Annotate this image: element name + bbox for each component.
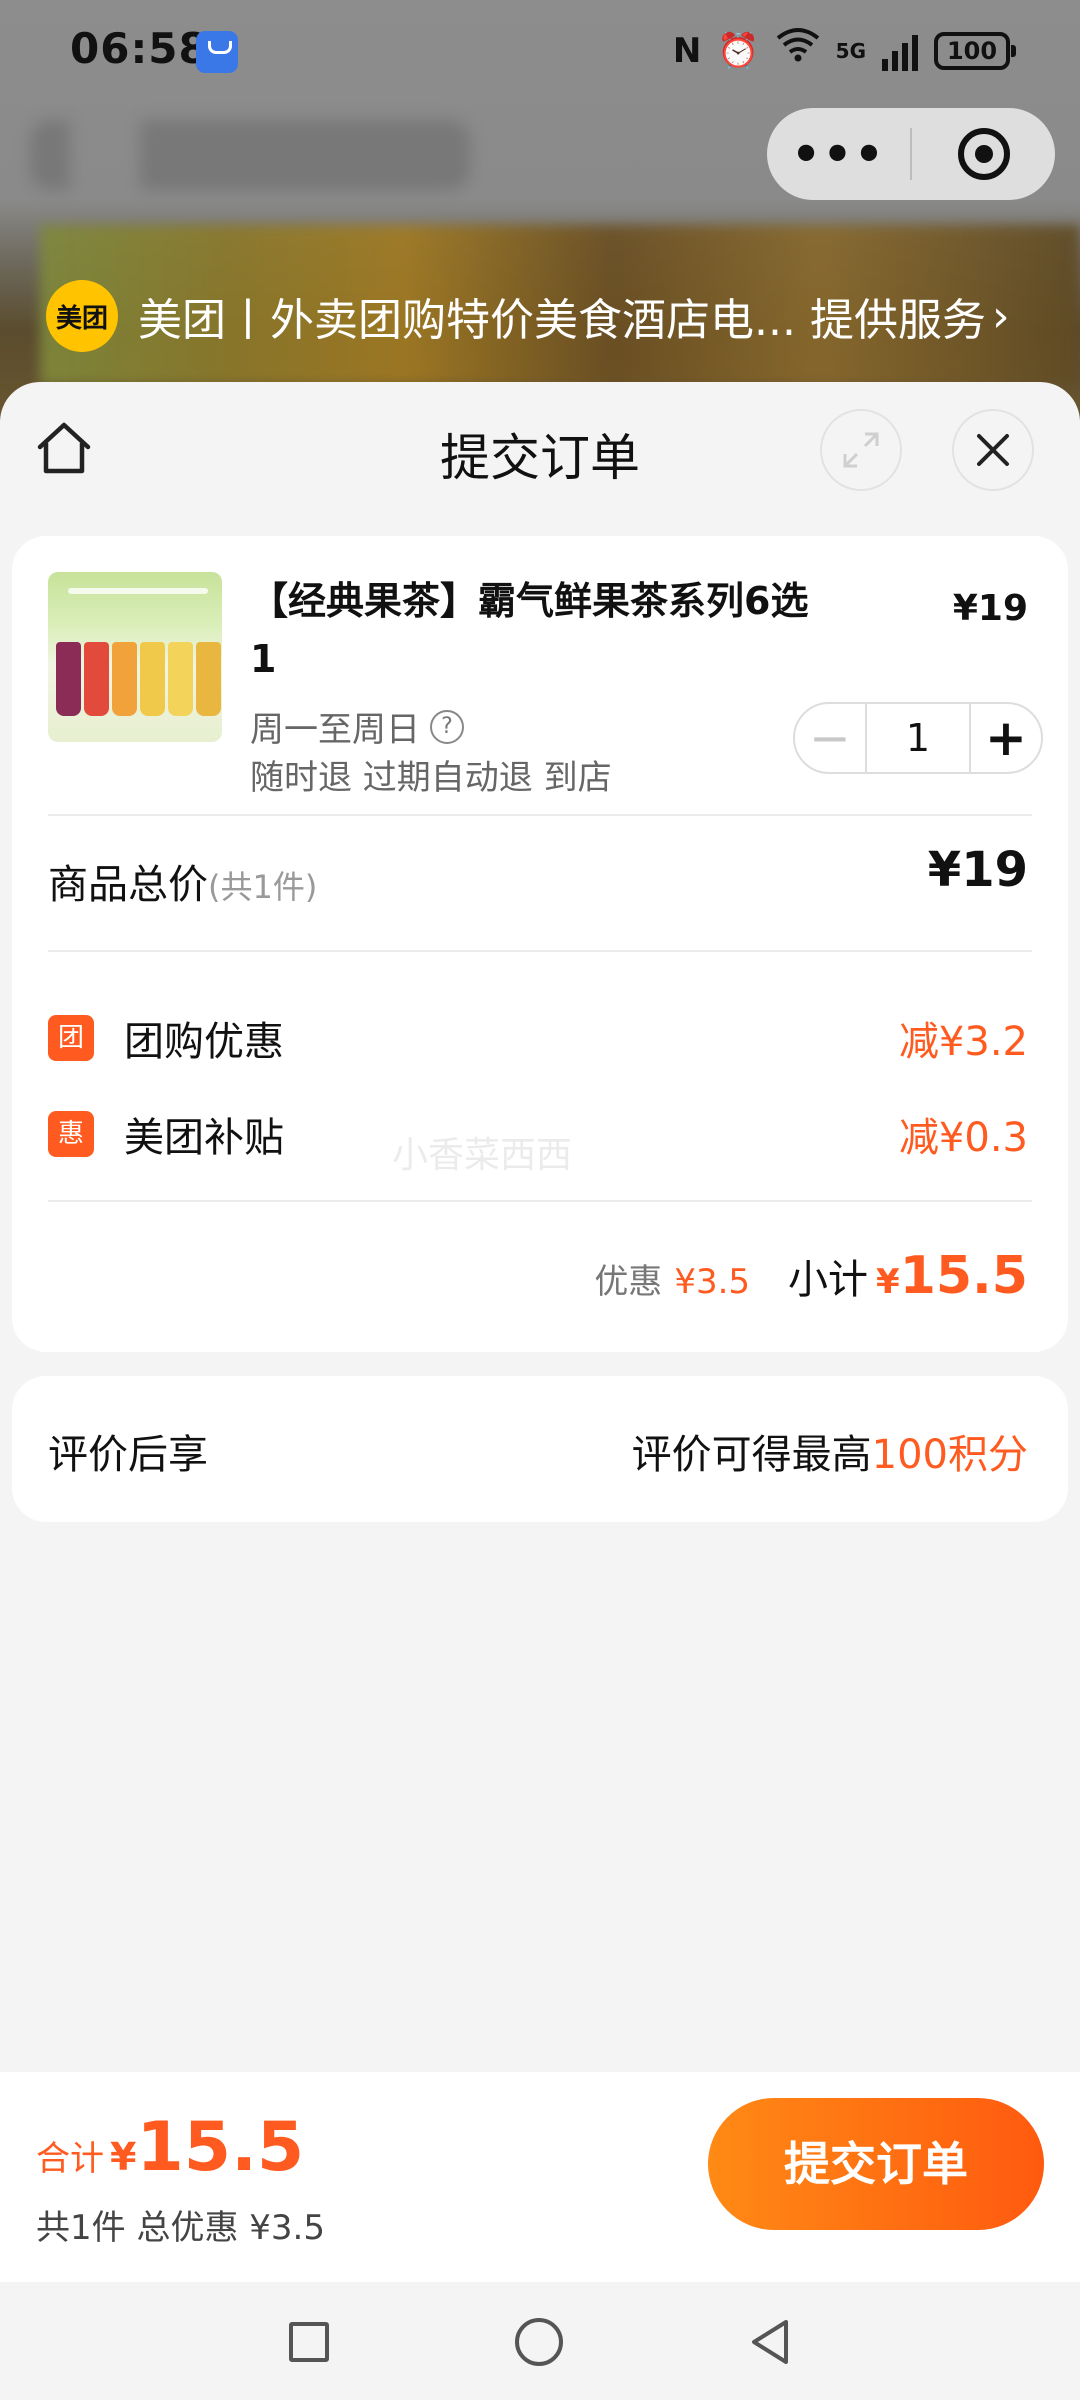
subtotal-label: 小计 bbox=[788, 1257, 869, 1303]
checkout-bar: 合计 ¥ 15.5 共1件 总优惠 ¥3.5 提交订单 bbox=[0, 2072, 1080, 2282]
close-icon[interactable] bbox=[952, 409, 1034, 491]
discount-summary-label: 优惠 bbox=[594, 1262, 663, 1302]
clock: 06:58 bbox=[70, 24, 209, 73]
plus-icon[interactable]: + bbox=[971, 705, 1041, 771]
subtotal-row: 优惠 ¥3.5 小计 ¥ 15.5 bbox=[594, 1246, 1028, 1306]
mini-program-capsule: ••• bbox=[767, 108, 1055, 200]
discount-value: 减¥3.2 bbox=[898, 1019, 1028, 1065]
order-card: 【经典果茶】霸气鲜果茶系列6选1 ¥19 周一至周日 ? 随时退 过期自动退 到… bbox=[12, 536, 1068, 1352]
divider bbox=[48, 814, 1032, 816]
divider bbox=[48, 950, 1032, 952]
system-nav-bar bbox=[0, 2282, 1080, 2400]
subtotal-value: 15.5 bbox=[899, 1246, 1028, 1306]
review-reward-text: 评价可得最高 bbox=[631, 1432, 872, 1478]
quantity-stepper: − 1 + bbox=[793, 702, 1043, 774]
alarm-icon: ⏰ bbox=[717, 30, 760, 71]
subsidy-badge-icon: 惠 bbox=[48, 1111, 94, 1157]
provider-text: 美团丨外卖团购特价美食酒店电... 提供服务 bbox=[138, 295, 986, 346]
total-label: 合计 bbox=[36, 2139, 104, 2179]
app-notification-icon bbox=[196, 31, 238, 73]
recents-icon[interactable] bbox=[289, 2322, 329, 2362]
discount-summary-value: ¥3.5 bbox=[674, 1262, 751, 1302]
goods-total-value: ¥19 bbox=[927, 842, 1028, 898]
valid-days-row: 周一至周日 ? bbox=[250, 702, 464, 751]
help-icon[interactable]: ? bbox=[430, 709, 464, 744]
refund-policy: 随时退 过期自动退 到店 bbox=[250, 758, 612, 798]
goods-total-label: 商品总价(共1件) bbox=[48, 852, 317, 910]
product-thumbnail[interactable] bbox=[48, 572, 222, 742]
total-summary: 共1件 总优惠 ¥3.5 bbox=[36, 2208, 325, 2248]
signal-icon bbox=[882, 31, 918, 71]
goods-count: (共1件) bbox=[208, 868, 318, 906]
review-points: 100积分 bbox=[871, 1432, 1028, 1478]
subtotal-currency: ¥ bbox=[876, 1262, 900, 1302]
close-circle-icon[interactable] bbox=[912, 128, 1055, 180]
meituan-logo: 美团 bbox=[46, 280, 118, 352]
review-label: 评价后享 bbox=[48, 1432, 208, 1478]
more-icon[interactable]: ••• bbox=[767, 108, 910, 200]
chevron-right-icon: › bbox=[991, 290, 1010, 342]
status-icons: N ⏰ 5G 100 bbox=[672, 26, 1016, 75]
minus-icon[interactable]: − bbox=[795, 705, 865, 771]
page-title: 提交订单 bbox=[440, 429, 640, 487]
wifi-icon bbox=[776, 26, 820, 75]
provider-link[interactable]: 美团 美团丨外卖团购特价美食酒店电... 提供服务 › bbox=[46, 280, 1046, 352]
watermark: 小香菜西西 bbox=[392, 1135, 573, 1176]
order-sheet: 提交订单 【经典果茶】霸气鲜果茶系列6选1 ¥19 周一至周日 ? 随时退 过期… bbox=[0, 382, 1080, 2282]
review-reward: 评价可得最高100积分 bbox=[632, 1422, 1028, 1480]
sheet-header: 提交订单 bbox=[0, 382, 1080, 522]
order-total: 合计 ¥ 15.5 bbox=[36, 2108, 304, 2187]
total-value: 15.5 bbox=[136, 2108, 305, 2187]
product-name[interactable]: 【经典果茶】霸气鲜果茶系列6选1 bbox=[250, 572, 810, 688]
goods-total-text: 商品总价 bbox=[48, 862, 208, 908]
total-currency: ¥ bbox=[110, 2135, 137, 2179]
home-circle-icon[interactable] bbox=[515, 2318, 563, 2366]
review-card: 评价后享 评价可得最高100积分 bbox=[12, 1376, 1068, 1522]
group-buy-badge-icon: 团 bbox=[48, 1015, 94, 1061]
product-price: ¥19 bbox=[952, 588, 1028, 629]
expand-icon[interactable] bbox=[820, 409, 902, 491]
quantity-value[interactable]: 1 bbox=[865, 704, 971, 772]
submit-order-button[interactable]: 提交订单 bbox=[708, 2098, 1044, 2230]
divider bbox=[48, 1200, 1032, 1202]
discount-row-group: 团 团购优惠 减¥3.2 bbox=[48, 1008, 1028, 1068]
discount-label: 团购优惠 bbox=[124, 1019, 284, 1065]
discount-value: 减¥0.3 bbox=[898, 1115, 1028, 1161]
blurred-nav bbox=[30, 120, 470, 190]
battery-indicator: 100 bbox=[934, 31, 1016, 70]
network-label: 5G bbox=[835, 38, 866, 63]
valid-days: 周一至周日 bbox=[250, 710, 420, 750]
status-bar: 06:58 N ⏰ 5G 100 bbox=[0, 0, 1080, 100]
discount-label: 美团补贴 bbox=[124, 1115, 284, 1161]
back-icon[interactable] bbox=[748, 2318, 792, 2366]
nfc-icon: N bbox=[672, 30, 702, 71]
